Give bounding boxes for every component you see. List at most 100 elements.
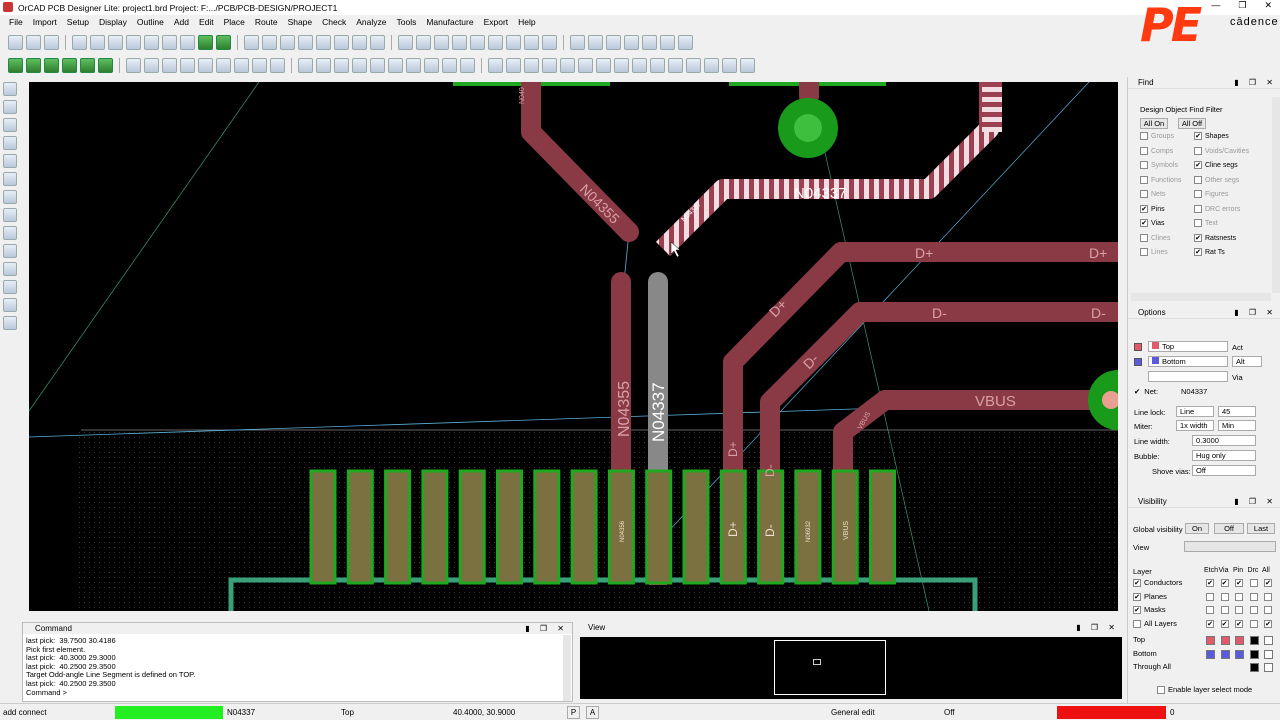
find-filter-checkbox[interactable] xyxy=(1194,146,1202,155)
left-tool-9-icon[interactable] xyxy=(3,226,17,240)
layer-color-swatch[interactable] xyxy=(1249,663,1259,672)
menu-shape[interactable]: Shape xyxy=(283,17,318,27)
connector-pad[interactable] xyxy=(496,469,523,585)
layer-color-swatch[interactable] xyxy=(1235,636,1244,645)
find-filter-item-pins[interactable]: ✔ Pins xyxy=(1140,204,1202,220)
find-filter-checkbox[interactable] xyxy=(1140,233,1148,242)
visibility-cell-checkbox[interactable]: ✔ xyxy=(1206,579,1214,587)
left-tool-3-icon[interactable] xyxy=(3,118,17,132)
line-width-input[interactable]: 0.3000 xyxy=(1192,435,1256,446)
toolbar2-tool-28-icon[interactable] xyxy=(524,57,539,73)
find-filter-checkbox[interactable] xyxy=(1194,175,1202,184)
toolbar2-tool-15-icon[interactable] xyxy=(270,57,285,73)
layer-color-swatch[interactable] xyxy=(1206,636,1215,645)
left-tool-7-icon[interactable] xyxy=(3,190,17,204)
alt-select[interactable]: Alt xyxy=(1232,356,1262,367)
visibility-cell-checkbox[interactable] xyxy=(1235,592,1243,601)
visibility-panel-controls[interactable]: ▮ ❐ ✕ xyxy=(1234,497,1277,506)
find-filter-checkbox[interactable]: ✔ xyxy=(1140,219,1148,227)
find-filter-checkbox[interactable]: ✔ xyxy=(1140,204,1148,213)
connector-pad[interactable] xyxy=(682,469,710,585)
visibility-cell-checkbox[interactable] xyxy=(1206,606,1214,615)
menu-manufacture[interactable]: Manufacture xyxy=(421,17,478,27)
toolbar-shadow-icon[interactable] xyxy=(398,34,413,50)
visibility-cell-checkbox[interactable]: ✔ xyxy=(1206,619,1214,628)
toolbar-pan-icon[interactable] xyxy=(678,34,693,50)
left-tool-2-icon[interactable] xyxy=(3,100,17,114)
find-filter-checkbox[interactable]: ✔ xyxy=(1194,132,1202,140)
visibility-cell-checkbox[interactable] xyxy=(1249,579,1258,587)
visibility-cell-checkbox[interactable] xyxy=(1249,592,1258,601)
toolbar2-tool-5-icon[interactable] xyxy=(80,57,95,73)
menu-file[interactable]: File xyxy=(4,17,28,27)
toolbar2-tool-20-icon[interactable] xyxy=(370,57,385,73)
connector-pad[interactable] xyxy=(458,469,486,585)
all-on-button[interactable]: All On xyxy=(1140,118,1168,129)
toolbar-undo-icon[interactable] xyxy=(126,34,141,50)
alt-layer-select[interactable]: Bottom xyxy=(1148,356,1228,367)
world-view[interactable] xyxy=(580,637,1122,699)
visibility-group-checkbox[interactable]: ✔ xyxy=(1133,579,1141,588)
toolbar-properties-icon[interactable] xyxy=(570,34,585,50)
visibility-cell-checkbox[interactable] xyxy=(1220,606,1229,615)
toolbar2-tool-38-icon[interactable] xyxy=(704,57,719,73)
visibility-cell-checkbox[interactable]: ✔ xyxy=(1220,619,1229,628)
toolbar-report-icon[interactable] xyxy=(542,34,557,50)
find-scrollbar[interactable] xyxy=(1272,97,1280,293)
find-filter-item-functions[interactable]: Functions xyxy=(1140,175,1202,191)
toolbar-save-icon[interactable] xyxy=(44,34,59,50)
toolbar2-tool-23-icon[interactable] xyxy=(424,57,439,73)
left-tool-6-icon[interactable] xyxy=(3,172,17,186)
find-filter-checkbox[interactable] xyxy=(1140,175,1148,184)
options-panel-controls[interactable]: ▮ ❐ ✕ xyxy=(1234,308,1277,317)
toolbar2-tool-4-icon[interactable] xyxy=(62,57,77,73)
toolbar2-tool-33-icon[interactable] xyxy=(614,57,629,73)
command-scrollbar[interactable] xyxy=(563,635,571,701)
layer-color-swatch[interactable] xyxy=(1264,636,1273,645)
miter-min-select[interactable]: Min xyxy=(1218,420,1256,431)
toolbar-zoom-prev-icon[interactable] xyxy=(352,34,367,50)
status-p-button[interactable]: P xyxy=(567,706,580,719)
toolbar2-tool-21-icon[interactable] xyxy=(388,57,403,73)
toolbar-refresh-icon[interactable] xyxy=(370,34,385,50)
find-filter-item-vias[interactable]: ✔ Vias xyxy=(1140,219,1202,234)
find-filter-item-text[interactable]: Text xyxy=(1194,219,1269,234)
toolbar-zoom-world-icon[interactable] xyxy=(334,34,349,50)
find-filter-checkbox[interactable] xyxy=(1140,248,1148,256)
layer-color-swatch[interactable] xyxy=(1264,663,1273,672)
toolbar2-tool-16-icon[interactable] xyxy=(298,57,313,73)
find-filter-item-voids-cavities[interactable]: Voids/Cavities xyxy=(1194,146,1269,162)
toolbar2-tool-27-icon[interactable] xyxy=(506,57,521,73)
minimize-icon[interactable]: — xyxy=(1211,0,1220,11)
connector-pad[interactable] xyxy=(384,469,412,585)
toolbar-place-icon[interactable] xyxy=(262,34,277,50)
visibility-cell-checkbox[interactable] xyxy=(1249,606,1258,615)
connector-pad[interactable] xyxy=(645,469,673,585)
menu-analyze[interactable]: Analyze xyxy=(351,17,391,27)
toolbar-color-icon[interactable] xyxy=(434,34,449,50)
toolbar2-tool-24-icon[interactable] xyxy=(442,57,457,73)
menu-help[interactable]: Help xyxy=(513,17,540,27)
view-panel-controls[interactable]: ▮ ❐ ✕ xyxy=(1076,622,1119,633)
find-filter-item-comps[interactable]: Comps xyxy=(1140,146,1202,162)
left-tool-4-icon[interactable] xyxy=(3,136,17,150)
menu-edit[interactable]: Edit xyxy=(194,17,219,27)
toolbar-move-icon[interactable] xyxy=(72,34,87,50)
toolbar-unrats-icon[interactable] xyxy=(470,34,485,50)
menu-place[interactable]: Place xyxy=(219,17,250,27)
visibility-cell-checkbox[interactable] xyxy=(1206,592,1214,601)
toolbar-redo-menu-icon[interactable] xyxy=(180,34,195,50)
menu-outline[interactable]: Outline xyxy=(132,17,169,27)
toolbar2-tool-22-icon[interactable] xyxy=(406,57,421,73)
left-tool-5-icon[interactable] xyxy=(3,154,17,168)
find-filter-checkbox[interactable] xyxy=(1140,161,1148,169)
toolbar-layers-icon[interactable] xyxy=(416,34,431,50)
menu-route[interactable]: Route xyxy=(250,17,283,27)
connector-pad[interactable] xyxy=(533,469,561,585)
left-tool-13-icon[interactable] xyxy=(3,298,17,312)
find-filter-item-shapes[interactable]: ✔ Shapes xyxy=(1194,132,1269,147)
visibility-last-button[interactable]: Last xyxy=(1247,523,1275,534)
toolbar-highlight-icon[interactable] xyxy=(588,34,603,50)
visibility-cell-checkbox[interactable]: ✔ xyxy=(1235,619,1243,628)
find-filter-checkbox[interactable]: ✔ xyxy=(1194,248,1202,256)
